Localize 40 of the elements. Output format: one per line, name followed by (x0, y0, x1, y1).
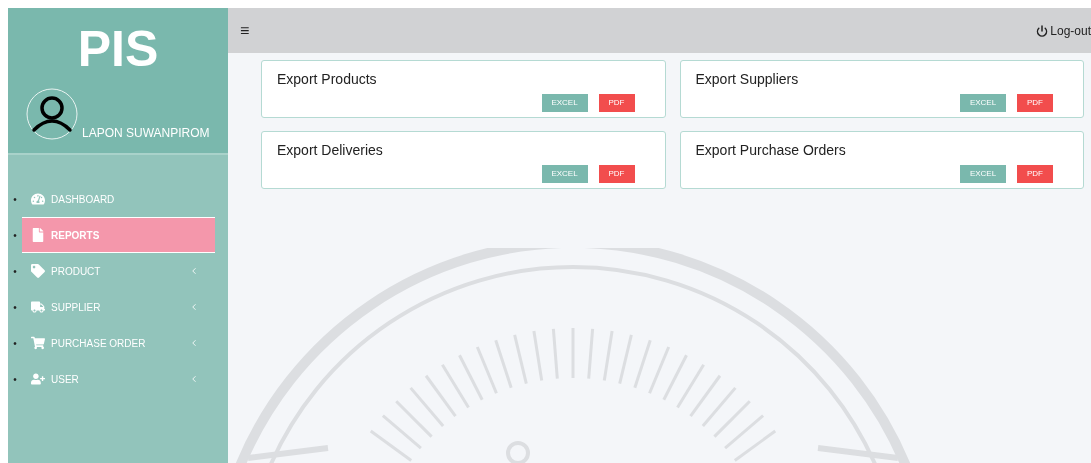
pdf-button[interactable]: PDF (598, 165, 635, 183)
logout-button[interactable]: Log-out (1036, 21, 1091, 40)
avatar-icon (26, 88, 78, 140)
sidebar-item[interactable]: REPORTS (22, 217, 215, 253)
card-title: Export Purchase Orders (695, 141, 847, 160)
bullet: • (12, 228, 18, 243)
sidebar-item[interactable]: PRODUCT (22, 253, 215, 289)
chevron-icon (189, 374, 199, 384)
chevron-icon (189, 266, 199, 276)
pdf-button[interactable]: PDF (1017, 165, 1053, 183)
brand-logo: PIS (76, 24, 160, 74)
chevron-icon (189, 302, 199, 312)
bullet: • (12, 192, 18, 207)
menu-button[interactable]: ≡ (240, 18, 250, 43)
card-title: Export Suppliers (695, 70, 800, 89)
power-icon (1036, 24, 1049, 37)
excel-button[interactable]: EXCEL (541, 94, 588, 112)
sidebar-item[interactable]: USER (22, 361, 215, 397)
card-title: Export Deliveries (277, 141, 384, 160)
sidebar-item[interactable]: SUPPLIER (22, 289, 215, 325)
card-title: Export Products (277, 70, 378, 89)
excel-button[interactable]: EXCEL (960, 94, 1006, 112)
pdf-button[interactable]: PDF (598, 94, 635, 112)
user-name: LAPON SUWANPIROM (82, 125, 210, 142)
bullet: • (12, 264, 18, 279)
bullet: • (12, 300, 18, 315)
user-plus-icon (31, 372, 45, 386)
excel-button[interactable]: EXCEL (541, 165, 588, 183)
gauge-icon (31, 192, 45, 206)
cart-icon (31, 336, 45, 350)
truck-icon (31, 300, 45, 314)
tag-icon (31, 264, 45, 278)
sidebar-item[interactable]: DASHBOARD (22, 181, 215, 217)
pdf-button[interactable]: PDF (1017, 94, 1053, 112)
bullet: • (12, 336, 18, 351)
sidebar-item[interactable]: PURCHASE ORDER (22, 325, 215, 361)
bullet: • (12, 372, 18, 387)
file-icon (31, 228, 45, 242)
excel-button[interactable]: EXCEL (960, 165, 1006, 183)
chevron-icon (189, 338, 199, 348)
